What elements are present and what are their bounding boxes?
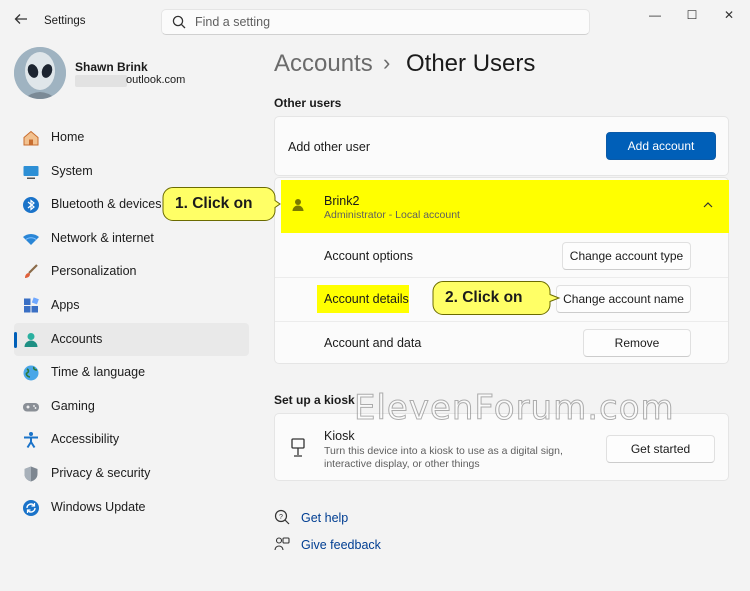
minimize-button[interactable]: — bbox=[642, 6, 668, 24]
other-users-heading: Other users bbox=[274, 96, 342, 110]
watermark: ElevenForum.com bbox=[354, 388, 675, 429]
get-help-link[interactable]: Get help bbox=[301, 511, 348, 525]
sidebar-item-personalization[interactable]: Personalization bbox=[14, 255, 249, 289]
user-subtitle: Administrator - Local account bbox=[324, 209, 460, 221]
svg-text:?: ? bbox=[279, 514, 283, 521]
accessibility-icon bbox=[24, 432, 38, 449]
breadcrumb-separator: › bbox=[383, 50, 391, 75]
accounts-icon bbox=[24, 332, 38, 347]
give-feedback-link[interactable]: Give feedback bbox=[301, 538, 381, 552]
user-icon bbox=[292, 199, 304, 211]
help-icon: ? bbox=[274, 509, 290, 525]
add-account-button[interactable]: Add account bbox=[606, 132, 716, 160]
kiosk-title: Kiosk bbox=[324, 429, 355, 443]
email-redaction bbox=[75, 75, 127, 87]
close-button[interactable]: ✕ bbox=[716, 6, 742, 24]
step1-text: 1. Click on bbox=[175, 195, 253, 212]
account-options-label: Account options bbox=[324, 249, 413, 263]
get-started-button[interactable]: Get started bbox=[606, 435, 715, 463]
change-account-type-button[interactable]: Change account type bbox=[562, 242, 691, 270]
sidebar-item-home[interactable]: Home bbox=[14, 121, 249, 155]
page-title: Other Users bbox=[406, 50, 536, 77]
sidebar-item-network[interactable]: Network & internet bbox=[14, 222, 249, 256]
sidebar-item-accounts[interactable]: Accounts bbox=[14, 322, 249, 357]
user-name: Brink2 bbox=[324, 194, 360, 208]
search-icon bbox=[172, 15, 186, 29]
chevron-up-icon[interactable] bbox=[702, 200, 714, 210]
bluetooth-icon bbox=[23, 197, 39, 214]
apps-icon bbox=[24, 297, 39, 313]
kiosk-heading: Set up a kiosk bbox=[274, 393, 355, 407]
profile-email: outlook.com bbox=[126, 74, 186, 86]
add-user-card: Add other user Add account bbox=[274, 116, 729, 176]
search-input[interactable]: Find a setting bbox=[161, 9, 590, 35]
sidebar-item-windows-update[interactable]: Windows Update bbox=[14, 491, 249, 525]
profile-name: Shawn Brink bbox=[75, 60, 148, 74]
maximize-button[interactable]: ☐ bbox=[679, 6, 705, 24]
add-other-user-label: Add other user bbox=[288, 140, 370, 154]
kiosk-description: Turn this device into a kiosk to use as … bbox=[324, 445, 563, 470]
home-icon bbox=[23, 130, 39, 146]
title-bar: Settings Find a setting — ☐ ✕ bbox=[0, 0, 750, 42]
system-icon bbox=[23, 165, 39, 179]
update-icon bbox=[23, 499, 39, 516]
account-details-label: Account details bbox=[324, 292, 409, 306]
breadcrumb-parent[interactable]: Accounts bbox=[274, 50, 373, 78]
step2-text: 2. Click on bbox=[445, 289, 523, 306]
gamepad-icon bbox=[23, 402, 39, 412]
row-divider bbox=[275, 277, 728, 278]
avatar[interactable] bbox=[14, 47, 66, 99]
sidebar-item-gaming[interactable]: Gaming bbox=[14, 390, 249, 424]
app-title: Settings bbox=[44, 15, 86, 27]
sidebar-item-system[interactable]: System bbox=[14, 155, 249, 189]
kiosk-icon bbox=[291, 438, 305, 457]
account-and-data-label: Account and data bbox=[324, 336, 422, 350]
sidebar-item-accessibility[interactable]: Accessibility bbox=[14, 423, 249, 457]
wifi-icon bbox=[23, 233, 39, 245]
remove-button[interactable]: Remove bbox=[583, 329, 691, 357]
back-arrow-icon[interactable] bbox=[10, 11, 32, 33]
row-divider bbox=[275, 321, 728, 322]
sidebar-item-apps[interactable]: Apps bbox=[14, 289, 249, 323]
sidebar-nav: Home System Bluetooth & devices Network … bbox=[14, 121, 249, 524]
sidebar-item-time-language[interactable]: Time & language bbox=[14, 356, 249, 390]
brush-icon bbox=[25, 264, 38, 279]
sidebar-item-privacy[interactable]: Privacy & security bbox=[14, 457, 249, 491]
search-placeholder: Find a setting bbox=[195, 15, 271, 29]
globe-icon bbox=[23, 365, 39, 381]
feedback-icon bbox=[274, 537, 290, 551]
shield-icon bbox=[24, 466, 38, 482]
change-account-name-button[interactable]: Change account name bbox=[556, 285, 691, 313]
